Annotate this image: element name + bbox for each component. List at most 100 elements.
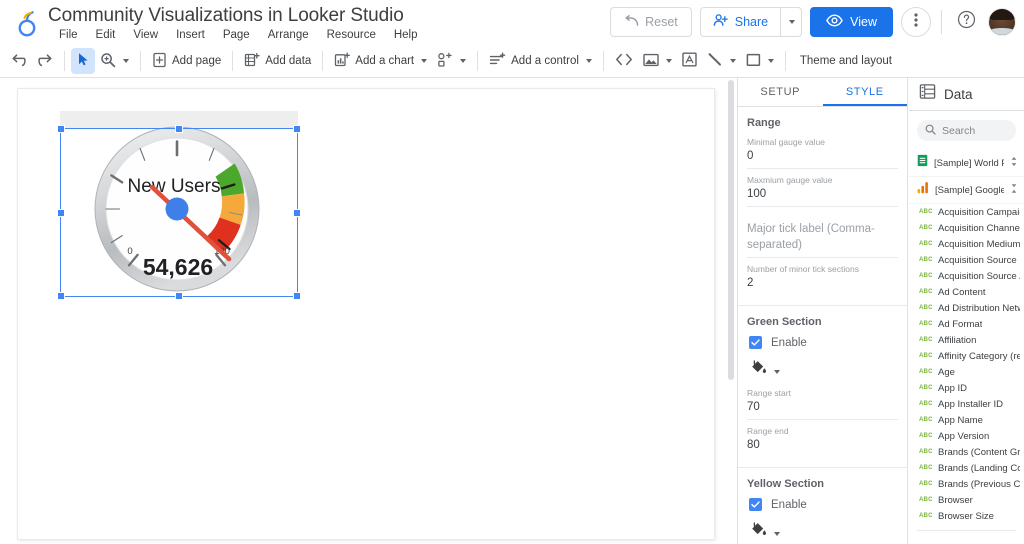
canvas-scrollbar[interactable] [727, 78, 735, 544]
line-button[interactable] [702, 48, 741, 74]
help-circle-icon [957, 10, 976, 34]
field-value[interactable]: 2 [747, 275, 898, 291]
add-chart-button[interactable]: Add a chart [329, 48, 432, 74]
canvas-scrollbar-thumb[interactable] [728, 80, 734, 380]
field-major-tick-label[interactable]: Major tick label (Comma-separated) [747, 213, 898, 258]
undo-button[interactable] [6, 48, 32, 74]
menu-view[interactable]: View [124, 27, 167, 43]
field-green-range-start[interactable]: Range start 70 [747, 388, 898, 420]
view-button[interactable]: View [810, 7, 893, 37]
field-value[interactable]: 100 [747, 186, 898, 202]
data-field-row[interactable]: ABC Browser Size [909, 508, 1024, 524]
yellow-enable-checkbox[interactable] [749, 498, 762, 511]
toolbar-divider [941, 10, 942, 34]
menu-resource[interactable]: Resource [318, 27, 385, 43]
yellow-fill-color-button[interactable] [749, 521, 767, 542]
data-field-row[interactable]: ABC App Installer ID [909, 396, 1024, 412]
data-source-google-analytics[interactable]: [Sample] Google A... [909, 177, 1024, 204]
data-source-world-population[interactable]: [Sample] World Po... [909, 150, 1024, 177]
community-viz-button[interactable] [432, 48, 471, 74]
chevron-down-icon[interactable] [774, 370, 780, 374]
add-page-button[interactable]: Add page [147, 48, 226, 74]
looker-studio-app: Community Visualizations in Looker Studi… [0, 0, 1024, 544]
data-field-row[interactable]: ABC Ad Format [909, 316, 1024, 332]
menu-arrange[interactable]: Arrange [259, 27, 318, 43]
tab-setup[interactable]: SETUP [738, 78, 823, 106]
green-color-row[interactable] [749, 359, 898, 380]
data-field-row[interactable]: ABC Affinity Category (rea... [909, 348, 1024, 364]
field-value[interactable]: 0 [747, 148, 898, 164]
menu-file[interactable]: File [50, 27, 87, 43]
toolbar-divider-2 [140, 51, 141, 71]
zoom-tool-button[interactable] [95, 48, 134, 74]
add-data-button[interactable]: Add data [239, 48, 316, 74]
data-field-row[interactable]: ABC Acquisition Campaign [909, 204, 1024, 220]
properties-body[interactable]: Range Minimal gauge value 0 Maxmium gaug… [738, 107, 907, 544]
looker-studio-logo-icon[interactable] [14, 8, 42, 38]
data-field-name: Ad Distribution Netw... [938, 302, 1020, 314]
field-value[interactable]: 80 [747, 437, 898, 453]
data-field-row[interactable]: ABC Acquisition Medium [909, 236, 1024, 252]
field-type-label: ABC [919, 497, 933, 503]
expand-icon[interactable] [1010, 154, 1018, 172]
data-field-row[interactable]: ABC Browser [909, 492, 1024, 508]
reset-button[interactable]: Reset [610, 7, 692, 37]
data-field-row[interactable]: ABC App ID [909, 380, 1024, 396]
shape-button[interactable] [741, 48, 779, 74]
field-green-range-end[interactable]: Range end 80 [747, 426, 898, 457]
field-minor-tick-sections[interactable]: Number of minor tick sections 2 [747, 264, 898, 295]
menu-edit[interactable]: Edit [87, 27, 125, 43]
menu-help[interactable]: Help [385, 27, 427, 43]
field-minimal-gauge-value[interactable]: Minimal gauge value 0 [747, 137, 898, 169]
field-type-label: ABC [919, 209, 933, 215]
theme-and-layout-button[interactable]: Theme and layout [792, 55, 900, 67]
field-maximum-gauge-value[interactable]: Maxmium gauge value 100 [747, 175, 898, 207]
data-field-row[interactable]: ABC App Name [909, 412, 1024, 428]
text-box-button[interactable] [677, 48, 702, 74]
green-fill-color-button[interactable] [749, 359, 767, 380]
avatar[interactable] [988, 8, 1016, 36]
line-icon [707, 52, 723, 70]
share-dropdown-button[interactable] [781, 8, 801, 36]
tab-style[interactable]: STYLE [822, 78, 908, 106]
chevron-down-icon[interactable] [774, 532, 780, 536]
gauge-min-label: 0 [127, 246, 132, 257]
report-page[interactable]: 0 100 New Users 54,626 [18, 89, 714, 539]
document-title[interactable]: Community Visualizations in Looker Studi… [48, 5, 404, 27]
data-field-row[interactable]: ABC Ad Distribution Netw... [909, 300, 1024, 316]
more-options-button[interactable] [901, 7, 931, 37]
green-enable-checkbox[interactable] [749, 336, 762, 349]
embed-code-button[interactable] [610, 48, 638, 74]
add-control-button[interactable]: Add a control [484, 48, 597, 74]
help-button[interactable] [952, 8, 980, 36]
data-field-row[interactable]: ABC Brands (Content Grou... [909, 444, 1024, 460]
data-field-row[interactable]: ABC Acquisition Source / ... [909, 268, 1024, 284]
collapse-icon[interactable] [1010, 181, 1018, 199]
data-field-row[interactable]: ABC Acquisition Channel [909, 220, 1024, 236]
field-label: Number of minor tick sections [747, 264, 859, 274]
redo-button[interactable] [32, 48, 58, 74]
green-enable-row[interactable]: Enable [749, 336, 898, 349]
data-field-row[interactable]: ABC Affiliation [909, 332, 1024, 348]
data-field-row[interactable]: ABC Brands (Landing Cont... [909, 460, 1024, 476]
field-list[interactable]: ABC Acquisition Campaign ABC Acquisition C… [909, 204, 1024, 524]
image-button[interactable] [638, 48, 677, 74]
add-chart-label: Add a chart [355, 55, 415, 67]
yellow-enable-row[interactable]: Enable [749, 498, 898, 511]
data-field-row[interactable]: ABC Age [909, 364, 1024, 380]
gauge-widget[interactable]: 0 100 New Users 54,626 [60, 126, 298, 297]
data-field-row[interactable]: ABC Acquisition Source [909, 252, 1024, 268]
select-tool-button[interactable] [71, 48, 95, 74]
menu-page[interactable]: Page [214, 27, 259, 43]
search-input[interactable]: Search [917, 120, 1016, 141]
data-field-row[interactable]: ABC Brands (Previous Con... [909, 476, 1024, 492]
field-value[interactable]: 70 [747, 399, 898, 415]
field-type-label: ABC [919, 369, 933, 375]
yellow-color-row[interactable] [749, 521, 898, 542]
share-button[interactable]: Share [701, 8, 780, 36]
chevron-down-icon [729, 59, 736, 63]
menu-insert[interactable]: Insert [167, 27, 214, 43]
data-field-row[interactable]: ABC App Version [909, 428, 1024, 444]
data-field-row[interactable]: ABC Ad Content [909, 284, 1024, 300]
report-canvas[interactable]: 0 100 New Users 54,626 [0, 78, 737, 544]
